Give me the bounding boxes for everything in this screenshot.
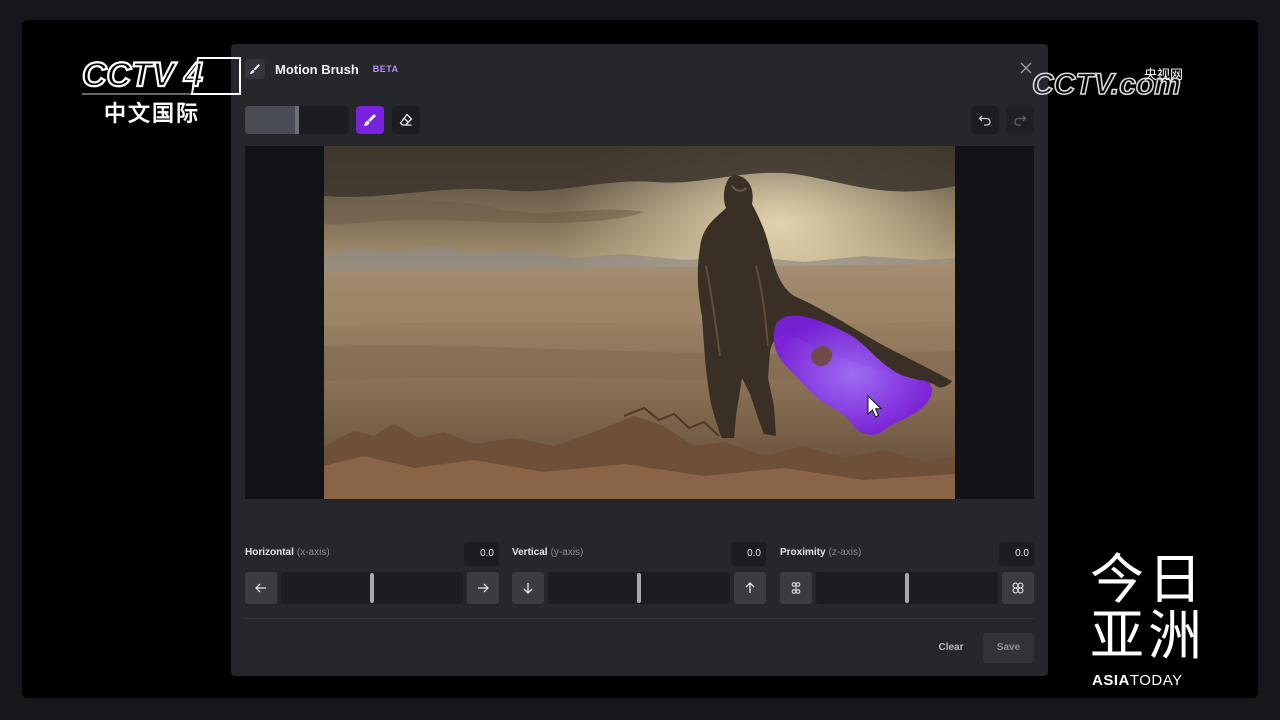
zoom-in-icon xyxy=(1012,582,1024,594)
beta-badge: BETA xyxy=(372,64,399,74)
brush-size-slider[interactable] xyxy=(245,106,349,134)
site-name: 央视网 xyxy=(1144,68,1184,83)
horizontal-decrease-button[interactable] xyxy=(245,572,277,604)
vertical-decrease-button[interactable] xyxy=(512,572,544,604)
source-image[interactable] xyxy=(324,146,955,499)
channel-name: 中文国际 xyxy=(104,102,201,127)
proximity-decrease-button[interactable] xyxy=(780,572,812,604)
save-button[interactable]: Save xyxy=(983,633,1034,663)
redo-button[interactable] xyxy=(1006,106,1034,134)
horizontal-value-input[interactable]: 0.0 xyxy=(464,542,499,566)
vertical-value-input[interactable]: 0.0 xyxy=(731,542,766,566)
arrow-left-icon xyxy=(255,583,266,593)
arrow-up-icon xyxy=(745,582,755,593)
program-title-line-1: 今日 xyxy=(1090,548,1206,611)
brush-size-fill xyxy=(245,106,297,134)
redo-icon xyxy=(1014,115,1027,126)
vertical-slider-thumb[interactable] xyxy=(637,573,641,603)
horizontal-increase-button[interactable] xyxy=(467,572,499,604)
channel-logo-text: CCTV 4 xyxy=(82,56,203,94)
vertical-slider[interactable] xyxy=(548,572,730,604)
clear-button[interactable]: Clear xyxy=(928,634,974,662)
undo-button[interactable] xyxy=(971,106,999,134)
program-title-en-1: ASIA xyxy=(1092,672,1130,689)
horizontal-label: Horizontal xyxy=(245,547,294,558)
vertical-label: Vertical xyxy=(512,547,548,558)
dialog-title: Motion Brush xyxy=(275,61,359,77)
program-title-en: ASIATODAY xyxy=(1092,672,1183,689)
arrow-right-icon xyxy=(478,583,489,593)
brush-size-handle[interactable] xyxy=(295,106,299,134)
vertical-axis-label: (y-axis) xyxy=(550,547,584,558)
undo-icon xyxy=(978,115,991,126)
brush-icon xyxy=(364,114,376,126)
proximity-label: Proximity xyxy=(780,547,826,558)
divider xyxy=(245,618,1034,619)
proximity-axis-label: (z-axis) xyxy=(828,547,862,558)
program-title-en-2: TODAY xyxy=(1129,672,1183,689)
eraser-icon xyxy=(399,113,413,126)
brush-tool-button[interactable] xyxy=(356,106,384,134)
dialog-header: Motion Brush BETA xyxy=(245,58,399,80)
proximity-slider-thumb[interactable] xyxy=(905,573,909,603)
canvas-area[interactable] xyxy=(245,146,1034,499)
eraser-tool-button[interactable] xyxy=(392,106,420,134)
horizontal-slider[interactable] xyxy=(281,572,463,604)
proximity-increase-button[interactable] xyxy=(1002,572,1034,604)
proximity-slider[interactable] xyxy=(816,572,998,604)
zoom-out-icon xyxy=(791,582,801,594)
motion-brush-dialog: Motion Brush BETA Horizontal (x-axis) 0.… xyxy=(231,44,1048,676)
proximity-value-input[interactable]: 0.0 xyxy=(999,542,1034,566)
vertical-increase-button[interactable] xyxy=(734,572,766,604)
program-title-line-2: 亚洲 xyxy=(1090,604,1206,667)
arrow-down-icon xyxy=(523,583,533,594)
broadcast-frame: Motion Brush BETA Horizontal (x-axis) 0.… xyxy=(0,0,1280,720)
horizontal-slider-thumb[interactable] xyxy=(370,573,374,603)
horizontal-axis-label: (x-axis) xyxy=(296,547,330,558)
